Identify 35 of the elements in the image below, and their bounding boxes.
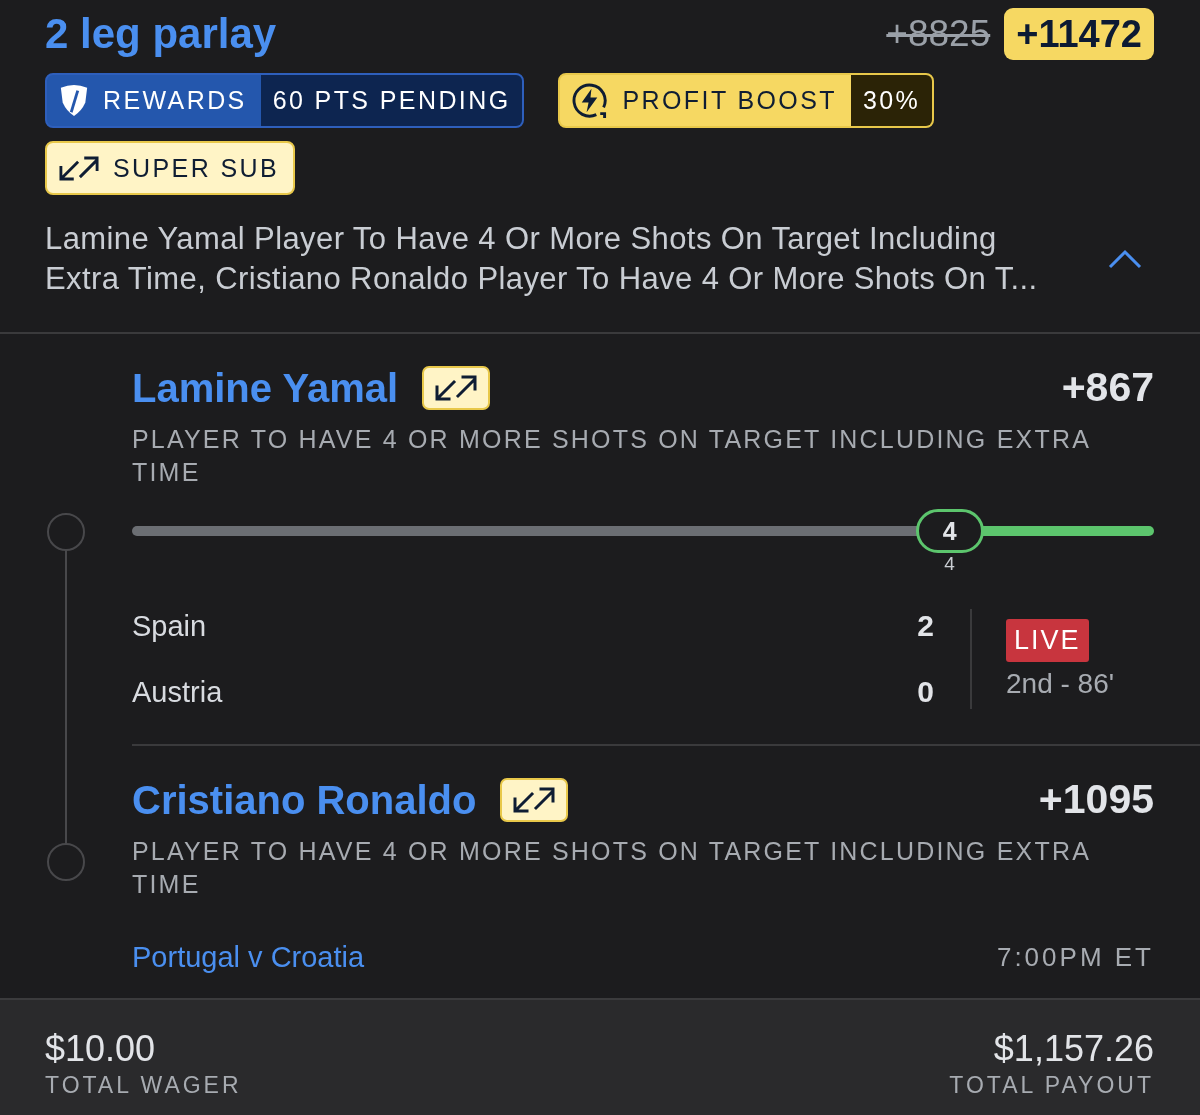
team-name: Spain: [132, 609, 207, 644]
points-pending: 60 PTS PENDING: [260, 75, 523, 126]
promo-label: REWARDS: [103, 86, 247, 115]
player-name[interactable]: Lamine Yamal: [132, 364, 399, 411]
chevron-up-icon[interactable]: [1108, 249, 1142, 269]
tick-label: 4: [944, 553, 955, 575]
start-time: 7:00PM ET: [996, 942, 1154, 973]
promo-label: SUPER SUB: [113, 153, 280, 183]
leg-odds: +1095: [1038, 776, 1154, 823]
swap-arrows-icon: [59, 155, 99, 181]
promo-label: PROFIT BOOST: [622, 86, 837, 115]
lightning-circle-icon: [572, 82, 609, 119]
market-description: PLAYER TO HAVE 4 OR MORE SHOTS ON TARGET INCLUDING EXTRA TIME: [132, 836, 1091, 900]
original-odds: +8825: [886, 12, 991, 56]
wager-amount: $10.00: [45, 1028, 157, 1070]
ring-icon: [47, 513, 85, 551]
parlay-title: 2 leg parlay: [45, 9, 277, 59]
team-name: Austria: [132, 675, 223, 710]
team-score: 0: [917, 674, 934, 710]
boost-percent: 30%: [850, 75, 933, 126]
leg-odds: +867: [1061, 364, 1154, 411]
shield-icon: [59, 84, 89, 117]
match-clock: 2nd - 86': [1006, 667, 1115, 700]
event-link[interactable]: Portugal v Croatia: [132, 941, 365, 974]
parlay-summary: Lamine Yamal Player To Have 4 Or More Shots On Target Including Extra Time, Cristiano Ronaldo Player To Have 4 Or More Shots On T...: [45, 220, 1039, 298]
payout-label: TOTAL PAYOUT: [949, 1072, 1154, 1099]
team-score: 2: [917, 608, 934, 644]
ring-icon: [47, 843, 85, 881]
payout-amount: $1,157.26: [993, 1028, 1154, 1070]
progress-thumb: 4: [915, 509, 984, 553]
market-description: PLAYER TO HAVE 4 OR MORE SHOTS ON TARGET INCLUDING EXTRA TIME: [132, 424, 1091, 488]
player-name[interactable]: Cristiano Ronaldo: [132, 776, 477, 823]
live-badge: LIVE: [1006, 618, 1089, 662]
wager-label: TOTAL WAGER: [45, 1072, 242, 1099]
boosted-odds: +11472: [1004, 8, 1154, 60]
